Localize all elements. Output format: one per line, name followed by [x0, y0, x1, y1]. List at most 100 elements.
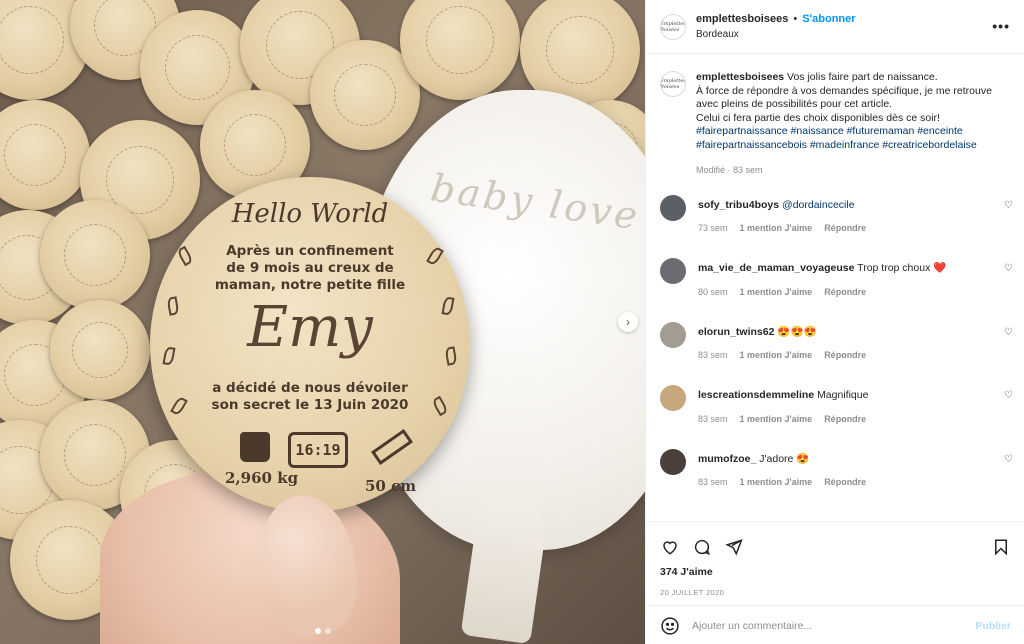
- avatar[interactable]: [660, 194, 686, 221]
- reply-button[interactable]: Répondre: [824, 223, 866, 233]
- comment-meta: 73 sem 1 mention J'aime Répondre: [698, 223, 988, 233]
- clock-icon: 16:19: [288, 432, 348, 468]
- heart-icon[interactable]: ♡: [1004, 390, 1013, 401]
- comment-text: ma_vie_de_maman_voyageuse Trop trop chou…: [698, 262, 988, 276]
- comment-text: mumofzoe_ J'adore 😍: [698, 453, 988, 467]
- emoji-icon[interactable]: [660, 616, 680, 636]
- disc-text-bottom: a décidé de nous dévoiler son secret le …: [150, 380, 470, 414]
- comment-content: Trop trop choux ❤️: [857, 262, 947, 274]
- birth-announcement-disc: Hello World Après un confinement de 9 mo…: [150, 177, 470, 512]
- comment-text: lescreationsdemmeline Magnifique: [698, 389, 988, 403]
- comment-text: sofy_tribu4boys @dordaincecile: [698, 199, 988, 213]
- publish-button[interactable]: Publier: [975, 620, 1011, 632]
- background-disc: [0, 100, 90, 210]
- avatar[interactable]: Emplettes Boisées: [660, 13, 686, 40]
- comment-username[interactable]: elorun_twins62: [698, 326, 774, 338]
- avatar[interactable]: [660, 258, 686, 284]
- post-photo[interactable]: baby love Hello World Après un confineme…: [0, 0, 645, 644]
- comment-meta: 83 sem 1 mention J'aime Répondre: [698, 350, 988, 360]
- location-link[interactable]: Bordeaux: [696, 29, 856, 40]
- action-bar: [646, 522, 1024, 562]
- comment-meta: 80 sem 1 mention J'aime Répondre: [698, 287, 988, 297]
- comment-time[interactable]: 80 sem: [698, 287, 728, 297]
- comment-username[interactable]: sofy_tribu4boys: [698, 199, 779, 211]
- background-disc: [40, 200, 150, 310]
- follow-button[interactable]: S'abonner: [802, 13, 855, 25]
- reply-button[interactable]: Répondre: [824, 350, 866, 360]
- comment-body: mumofzoe_ J'adore 😍 83 sem 1 mention J'a…: [698, 449, 988, 488]
- disc-line-3: maman, notre petite fille: [214, 277, 406, 293]
- comment-likes[interactable]: 1 mention J'aime: [740, 287, 813, 297]
- comment-content: J'adore 😍: [759, 452, 810, 465]
- comment-time[interactable]: 83 sem: [698, 350, 728, 360]
- heart-icon[interactable]: ♡: [1004, 454, 1013, 465]
- comment-meta: 83 sem 1 mention J'aime Répondre: [698, 477, 988, 487]
- disc-weight: 2,960 kg: [225, 469, 299, 487]
- comment-item: sofy_tribu4boys @dordaincecile 73 sem 1 …: [646, 194, 1024, 234]
- avatar[interactable]: [660, 385, 686, 411]
- disc-text-top: Après un confinement de 9 mois au creux …: [150, 243, 470, 294]
- avatar[interactable]: Emplettes Boisées: [660, 71, 686, 97]
- header-username[interactable]: emplettesboisees: [696, 13, 788, 25]
- heart-icon[interactable]: ♡: [1004, 327, 1013, 338]
- background-disc: [50, 300, 150, 400]
- avatar-logo-text: Emplettes Boisées: [660, 20, 686, 33]
- carousel-indicator: [315, 628, 331, 634]
- comment-likes[interactable]: 1 mention J'aime: [740, 477, 813, 487]
- comments-list[interactable]: Emplettes Boisées emplettesboisees Vos j…: [646, 55, 1024, 521]
- comment-likes[interactable]: 1 mention J'aime: [740, 414, 813, 424]
- caption-meta: Modifié · 83 sem: [696, 165, 763, 175]
- reply-button[interactable]: Répondre: [824, 414, 866, 424]
- bookmark-icon[interactable]: [991, 537, 1011, 557]
- comment-likes[interactable]: 1 mention J'aime: [740, 350, 813, 360]
- disc-line-1: Après un confinement: [226, 243, 394, 259]
- comment-likes[interactable]: 1 mention J'aime: [740, 223, 813, 233]
- disc-line-4: a décidé de nous dévoiler: [212, 380, 408, 396]
- post-header: Emplettes Boisées emplettesboisees • S'a…: [646, 0, 1024, 54]
- avatar[interactable]: [660, 321, 686, 348]
- comment-input[interactable]: [692, 619, 962, 632]
- comment-item: mumofzoe_ J'adore 😍 83 sem 1 mention J'a…: [646, 448, 1024, 488]
- heart-icon[interactable]: ♡: [1004, 200, 1013, 211]
- disc-baby-name: Emy: [247, 295, 373, 360]
- caption-line-3: Celui ci fera partie des choix disponibl…: [696, 111, 940, 124]
- comment-time[interactable]: 83 sem: [698, 414, 728, 424]
- comment-text: elorun_twins62 😍😍😍: [698, 326, 988, 340]
- caption: Emplettes Boisées emplettesboisees Vos j…: [646, 55, 1024, 178]
- comment-item: lescreationsdemmeline Magnifique 83 sem …: [646, 385, 1024, 424]
- caption-line-1: Vos jolis faire part de naissance.: [787, 71, 938, 83]
- reply-button[interactable]: Répondre: [824, 477, 866, 487]
- carousel-dot-active: [315, 628, 321, 634]
- comment-item: ma_vie_de_maman_voyageuse Trop trop chou…: [646, 258, 1024, 297]
- post-date[interactable]: 20 JUILLET 2020: [646, 578, 1024, 597]
- comment-username[interactable]: ma_vie_de_maman_voyageuse: [698, 262, 854, 274]
- caption-username[interactable]: emplettesboisees: [696, 71, 784, 83]
- reply-button[interactable]: Répondre: [824, 287, 866, 297]
- comment-body: sofy_tribu4boys @dordaincecile 73 sem 1 …: [698, 195, 988, 234]
- avatar[interactable]: [660, 448, 686, 475]
- comment-content: Magnifique: [817, 389, 869, 401]
- comment-time[interactable]: 83 sem: [698, 477, 728, 487]
- add-comment-bar: Publier: [646, 605, 1024, 644]
- comment-username[interactable]: lescreationsdemmeline: [698, 389, 814, 401]
- disc-line-5: son secret le 13 Juin 2020: [211, 397, 409, 413]
- comment-time[interactable]: 73 sem: [698, 223, 728, 233]
- comment-username[interactable]: mumofzoe_: [698, 453, 756, 465]
- likes-count[interactable]: 374 J'aime: [646, 562, 1024, 578]
- header-line: emplettesboisees • S'abonner: [696, 13, 856, 25]
- next-image-button[interactable]: ›: [618, 312, 638, 332]
- disc-size: 50 cm: [365, 477, 417, 495]
- more-options-icon[interactable]: •••: [992, 18, 1010, 34]
- disc-line-2: de 9 mois au creux de: [226, 260, 394, 276]
- heart-icon[interactable]: [660, 537, 680, 557]
- share-icon[interactable]: [724, 537, 744, 557]
- comment-mention[interactable]: @dordaincecile: [782, 199, 855, 211]
- header-separator: •: [793, 13, 798, 25]
- carousel-dot: [325, 628, 331, 634]
- comment-content: 😍😍😍: [777, 325, 817, 338]
- caption-hashtags[interactable]: #fairepartnaissance #naissance #futurema…: [696, 125, 1006, 152]
- comment-body: ma_vie_de_maman_voyageuse Trop trop chou…: [698, 258, 988, 297]
- caption-body: emplettesboisees Vos jolis faire part de…: [696, 71, 1006, 178]
- comment-icon[interactable]: [692, 537, 712, 557]
- heart-icon[interactable]: ♡: [1004, 263, 1013, 274]
